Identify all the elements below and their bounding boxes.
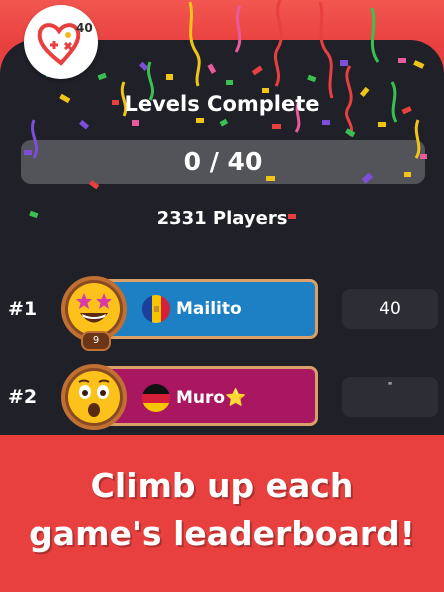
avatar <box>61 364 127 430</box>
andorra-flag-icon <box>142 295 170 323</box>
promo-line-1: Climb up each <box>90 466 354 505</box>
astonished-emoji-icon <box>68 371 120 423</box>
player-score: 40 <box>342 289 438 329</box>
logo-number: 40 <box>76 21 93 35</box>
rank-label: #1 <box>8 298 38 320</box>
app-logo: 40 <box>24 5 98 79</box>
promo-line-2: game's leaderboard! <box>29 514 415 553</box>
promo-text: Climb up each game's leaderboard! <box>0 462 444 558</box>
levels-complete-title: Levels Complete <box>124 92 320 116</box>
heart-logo-icon <box>37 23 81 66</box>
player-score: " <box>342 377 438 417</box>
player-name: Mailito <box>176 299 242 319</box>
germany-flag-icon <box>142 384 170 412</box>
player-name: Muro⭐ <box>176 388 247 408</box>
levels-progress: 0 / 40 <box>21 140 425 184</box>
level-badge: 9 <box>81 331 111 351</box>
star-struck-emoji-icon <box>68 283 120 335</box>
players-count: 2331 Players <box>156 208 288 229</box>
star-icon: ⭐ <box>225 388 247 408</box>
rank-label: #2 <box>8 386 38 408</box>
